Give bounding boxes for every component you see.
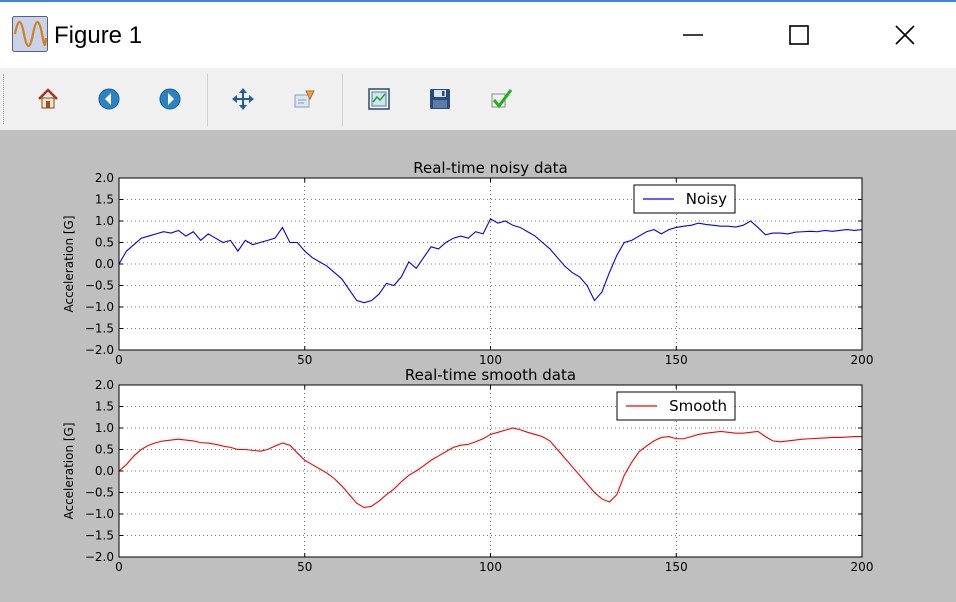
title-bar[interactable]: Figure 1 xyxy=(0,2,956,68)
toolbar-separator xyxy=(342,74,343,126)
pan-button[interactable] xyxy=(229,85,257,113)
toolbar-separator xyxy=(207,74,208,126)
y-tick-label: 0.0 xyxy=(95,257,114,271)
x-tick-label: 150 xyxy=(665,560,688,574)
edit-button[interactable] xyxy=(487,85,515,113)
checkmark-icon xyxy=(491,89,513,109)
save-button[interactable] xyxy=(426,85,454,113)
plot-area-2 xyxy=(119,385,862,557)
legend-label: Smooth xyxy=(669,397,727,415)
legend-1: Noisy xyxy=(633,184,736,214)
y-tick-label: −1.5 xyxy=(85,322,114,336)
minimize-icon xyxy=(683,34,703,36)
waveform-app-icon xyxy=(12,16,48,52)
y-tick-label: −1.0 xyxy=(85,300,114,314)
y-tick-label: 2.0 xyxy=(95,171,114,185)
floppy-disk-icon xyxy=(430,89,450,109)
y-tick-label: 1.5 xyxy=(95,193,114,207)
y-tick-label: −2.0 xyxy=(85,343,114,357)
y-tick-label: −0.5 xyxy=(85,486,114,500)
back-button[interactable] xyxy=(95,85,123,113)
axes-title-2: Real-time smooth data xyxy=(405,366,576,384)
y-tick-label: −2.0 xyxy=(85,550,114,564)
y-tick-label: −0.5 xyxy=(85,279,114,293)
axes-1[interactable]: 0 50 100 150 200 2.0 1.5 1.0 0.5 0.0 −0.5 −1.0 −1.5 −… xyxy=(62,159,873,367)
y-tick-label: 1.0 xyxy=(95,214,114,228)
toolbar-grip[interactable] xyxy=(3,74,6,124)
configure-subplots-icon xyxy=(368,88,390,110)
subplots-button[interactable] xyxy=(365,85,393,113)
arrow-right-icon xyxy=(159,88,181,110)
maximize-button[interactable] xyxy=(772,8,826,62)
figure-canvas[interactable]: 0 50 100 150 200 2.0 1.5 1.0 0.5 0.0 −0.5 −1.0 −1.5 −… xyxy=(0,130,956,602)
x-tick-label: 50 xyxy=(297,560,312,574)
zoom-rect-icon xyxy=(294,90,315,108)
move-arrows-icon xyxy=(232,88,254,110)
close-button[interactable] xyxy=(878,8,932,62)
legend-label: Noisy xyxy=(686,190,727,208)
navigation-toolbar xyxy=(0,68,956,130)
window-title: Figure 1 xyxy=(54,22,143,49)
axes-2[interactable]: 0 50 100 150 200 2.0 1.5 1.0 0.5 0.0 −0.5 −1.0 −1.5 −… xyxy=(62,366,873,574)
x-tick-label: 100 xyxy=(479,560,502,574)
y-tick-label: 1.0 xyxy=(95,421,114,435)
forward-button[interactable] xyxy=(156,85,184,113)
maximize-icon xyxy=(789,25,809,45)
y-tick-label: 1.5 xyxy=(95,400,114,414)
x-tick-label: 150 xyxy=(665,353,688,367)
y-tick-label: 0.5 xyxy=(95,443,114,457)
y-tick-label: −1.0 xyxy=(85,507,114,521)
minimize-button[interactable] xyxy=(666,8,720,62)
home-icon xyxy=(38,88,58,109)
y-tick-label: −1.5 xyxy=(85,529,114,543)
y-axis-label: Acceleration [G] xyxy=(62,215,76,312)
x-tick-label: 200 xyxy=(851,353,874,367)
x-tick-label: 50 xyxy=(297,353,312,367)
legend-2: Smooth xyxy=(616,391,736,421)
x-tick-label: 100 xyxy=(479,353,502,367)
y-tick-label: 0.5 xyxy=(95,236,114,250)
zoom-button[interactable] xyxy=(290,85,318,113)
plot-area-1 xyxy=(119,178,862,350)
close-icon xyxy=(895,25,915,45)
y-tick-label: 0.0 xyxy=(95,464,114,478)
y-axis-label: Acceleration [G] xyxy=(62,422,76,519)
x-tick-label: 0 xyxy=(115,560,123,574)
home-button[interactable] xyxy=(34,85,62,113)
y-tick-label: 2.0 xyxy=(95,378,114,392)
arrow-left-icon xyxy=(98,88,120,110)
x-tick-label: 200 xyxy=(851,560,874,574)
x-tick-label: 0 xyxy=(115,353,123,367)
figure-svg: 0 50 100 150 200 2.0 1.5 1.0 0.5 0.0 −0.5 −1.0 −1.5 −… xyxy=(62,159,873,574)
axes-title-1: Real-time noisy data xyxy=(413,159,568,177)
